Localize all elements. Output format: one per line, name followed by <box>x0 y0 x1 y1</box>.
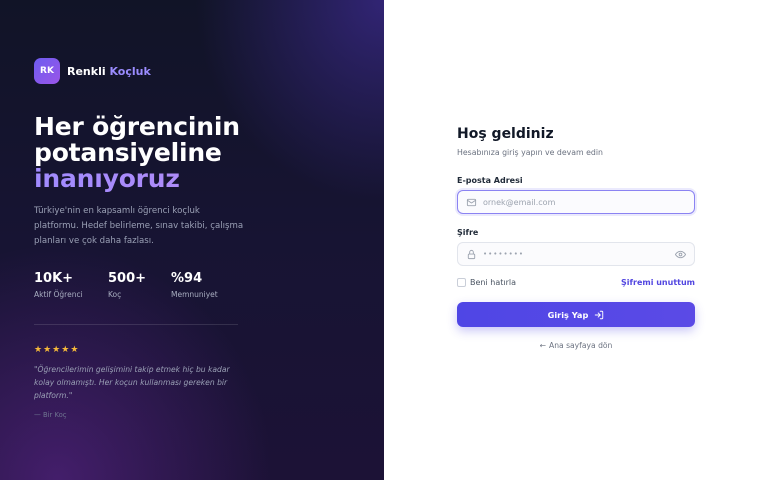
headline-line-2: potansiyeline <box>34 138 222 167</box>
email-placeholder: ornek@email.com <box>483 197 556 207</box>
brand-name-primary: Renkli <box>67 64 106 78</box>
stat-label: Aktif Öğrenci <box>34 290 83 299</box>
stat-value: %94 <box>171 271 203 286</box>
login-subtitle: Hesabınıza giriş yapın ve devam edin <box>457 148 603 157</box>
rating-stars: ★ ★ ★ ★ ★ <box>34 345 384 355</box>
brand-logo: RK <box>34 58 60 84</box>
password-label: Şifre <box>457 228 479 237</box>
form-options: Beni hatırla Şifremi unuttum <box>457 278 695 287</box>
login-icon <box>594 310 604 320</box>
testimonial-quote: "Öğrencilerimin gelişimini takip etmek h… <box>34 365 230 400</box>
brand[interactable]: RK Renkli Koçluk <box>34 58 384 84</box>
forgot-password-link[interactable]: Şifremi unuttum <box>621 278 695 287</box>
hero-description: Türkiye'nin en kapsamlı öğrenci koçluk p… <box>34 206 244 246</box>
login-button-label: Giriş Yap <box>547 309 589 320</box>
email-label: E-posta Adresi <box>457 176 523 185</box>
arrow-left-icon: ← <box>539 341 546 350</box>
stat-value: 500+ <box>108 271 147 286</box>
login-form: Hoş geldiniz Hesabınıza giriş yapın ve d… <box>457 126 695 350</box>
star-icon: ★ <box>52 345 61 355</box>
stat-value: 10K+ <box>34 271 74 286</box>
hero-panel: RK Renkli Koçluk Her öğrencinin potansiy… <box>0 0 384 480</box>
star-icon: ★ <box>43 345 52 355</box>
brand-name-accent: Koçluk <box>109 64 151 78</box>
remember-label: Beni hatırla <box>470 278 516 287</box>
stat-students: 10K+ Aktif Öğrenci <box>34 271 108 299</box>
star-icon: ★ <box>61 345 70 355</box>
brand-name: Renkli Koçluk <box>67 65 151 78</box>
stat-coaches: 500+ Koç <box>108 271 171 299</box>
lock-icon <box>466 249 477 260</box>
star-icon: ★ <box>70 345 79 355</box>
email-field[interactable]: ornek@email.com <box>457 190 695 214</box>
password-field[interactable]: •••••••• <box>457 242 695 266</box>
star-icon: ★ <box>34 345 43 355</box>
mail-icon <box>466 197 477 208</box>
stats: 10K+ Aktif Öğrenci 500+ Koç %94 Memnuniy… <box>34 271 384 299</box>
login-panel: Hoş geldiniz Hesabınıza giriş yapın ve d… <box>384 0 768 480</box>
login-button[interactable]: Giriş Yap <box>457 302 695 327</box>
back-home-link[interactable]: ← Ana sayfaya dön <box>457 341 695 350</box>
remember-me[interactable]: Beni hatırla <box>457 278 516 287</box>
back-home-label: Ana sayfaya dön <box>549 341 613 350</box>
stat-satisfaction: %94 Memnuniyet <box>171 271 218 299</box>
remember-checkbox[interactable] <box>457 278 466 287</box>
brand-logo-text: RK <box>40 66 54 76</box>
hero-headline: Her öğrencinin potansiyeline inanıyoruz <box>34 114 384 192</box>
password-placeholder: •••••••• <box>483 250 525 258</box>
stat-label: Koç <box>108 290 122 299</box>
login-title: Hoş geldiniz <box>457 126 554 142</box>
divider <box>34 324 238 325</box>
eye-icon[interactable] <box>674 248 686 260</box>
headline-accent: inanıyoruz <box>34 166 384 192</box>
stat-label: Memnuniyet <box>171 290 218 299</box>
headline-line-1: Her öğrencinin <box>34 112 240 141</box>
testimonial-author: — Bir Koç <box>34 411 67 419</box>
